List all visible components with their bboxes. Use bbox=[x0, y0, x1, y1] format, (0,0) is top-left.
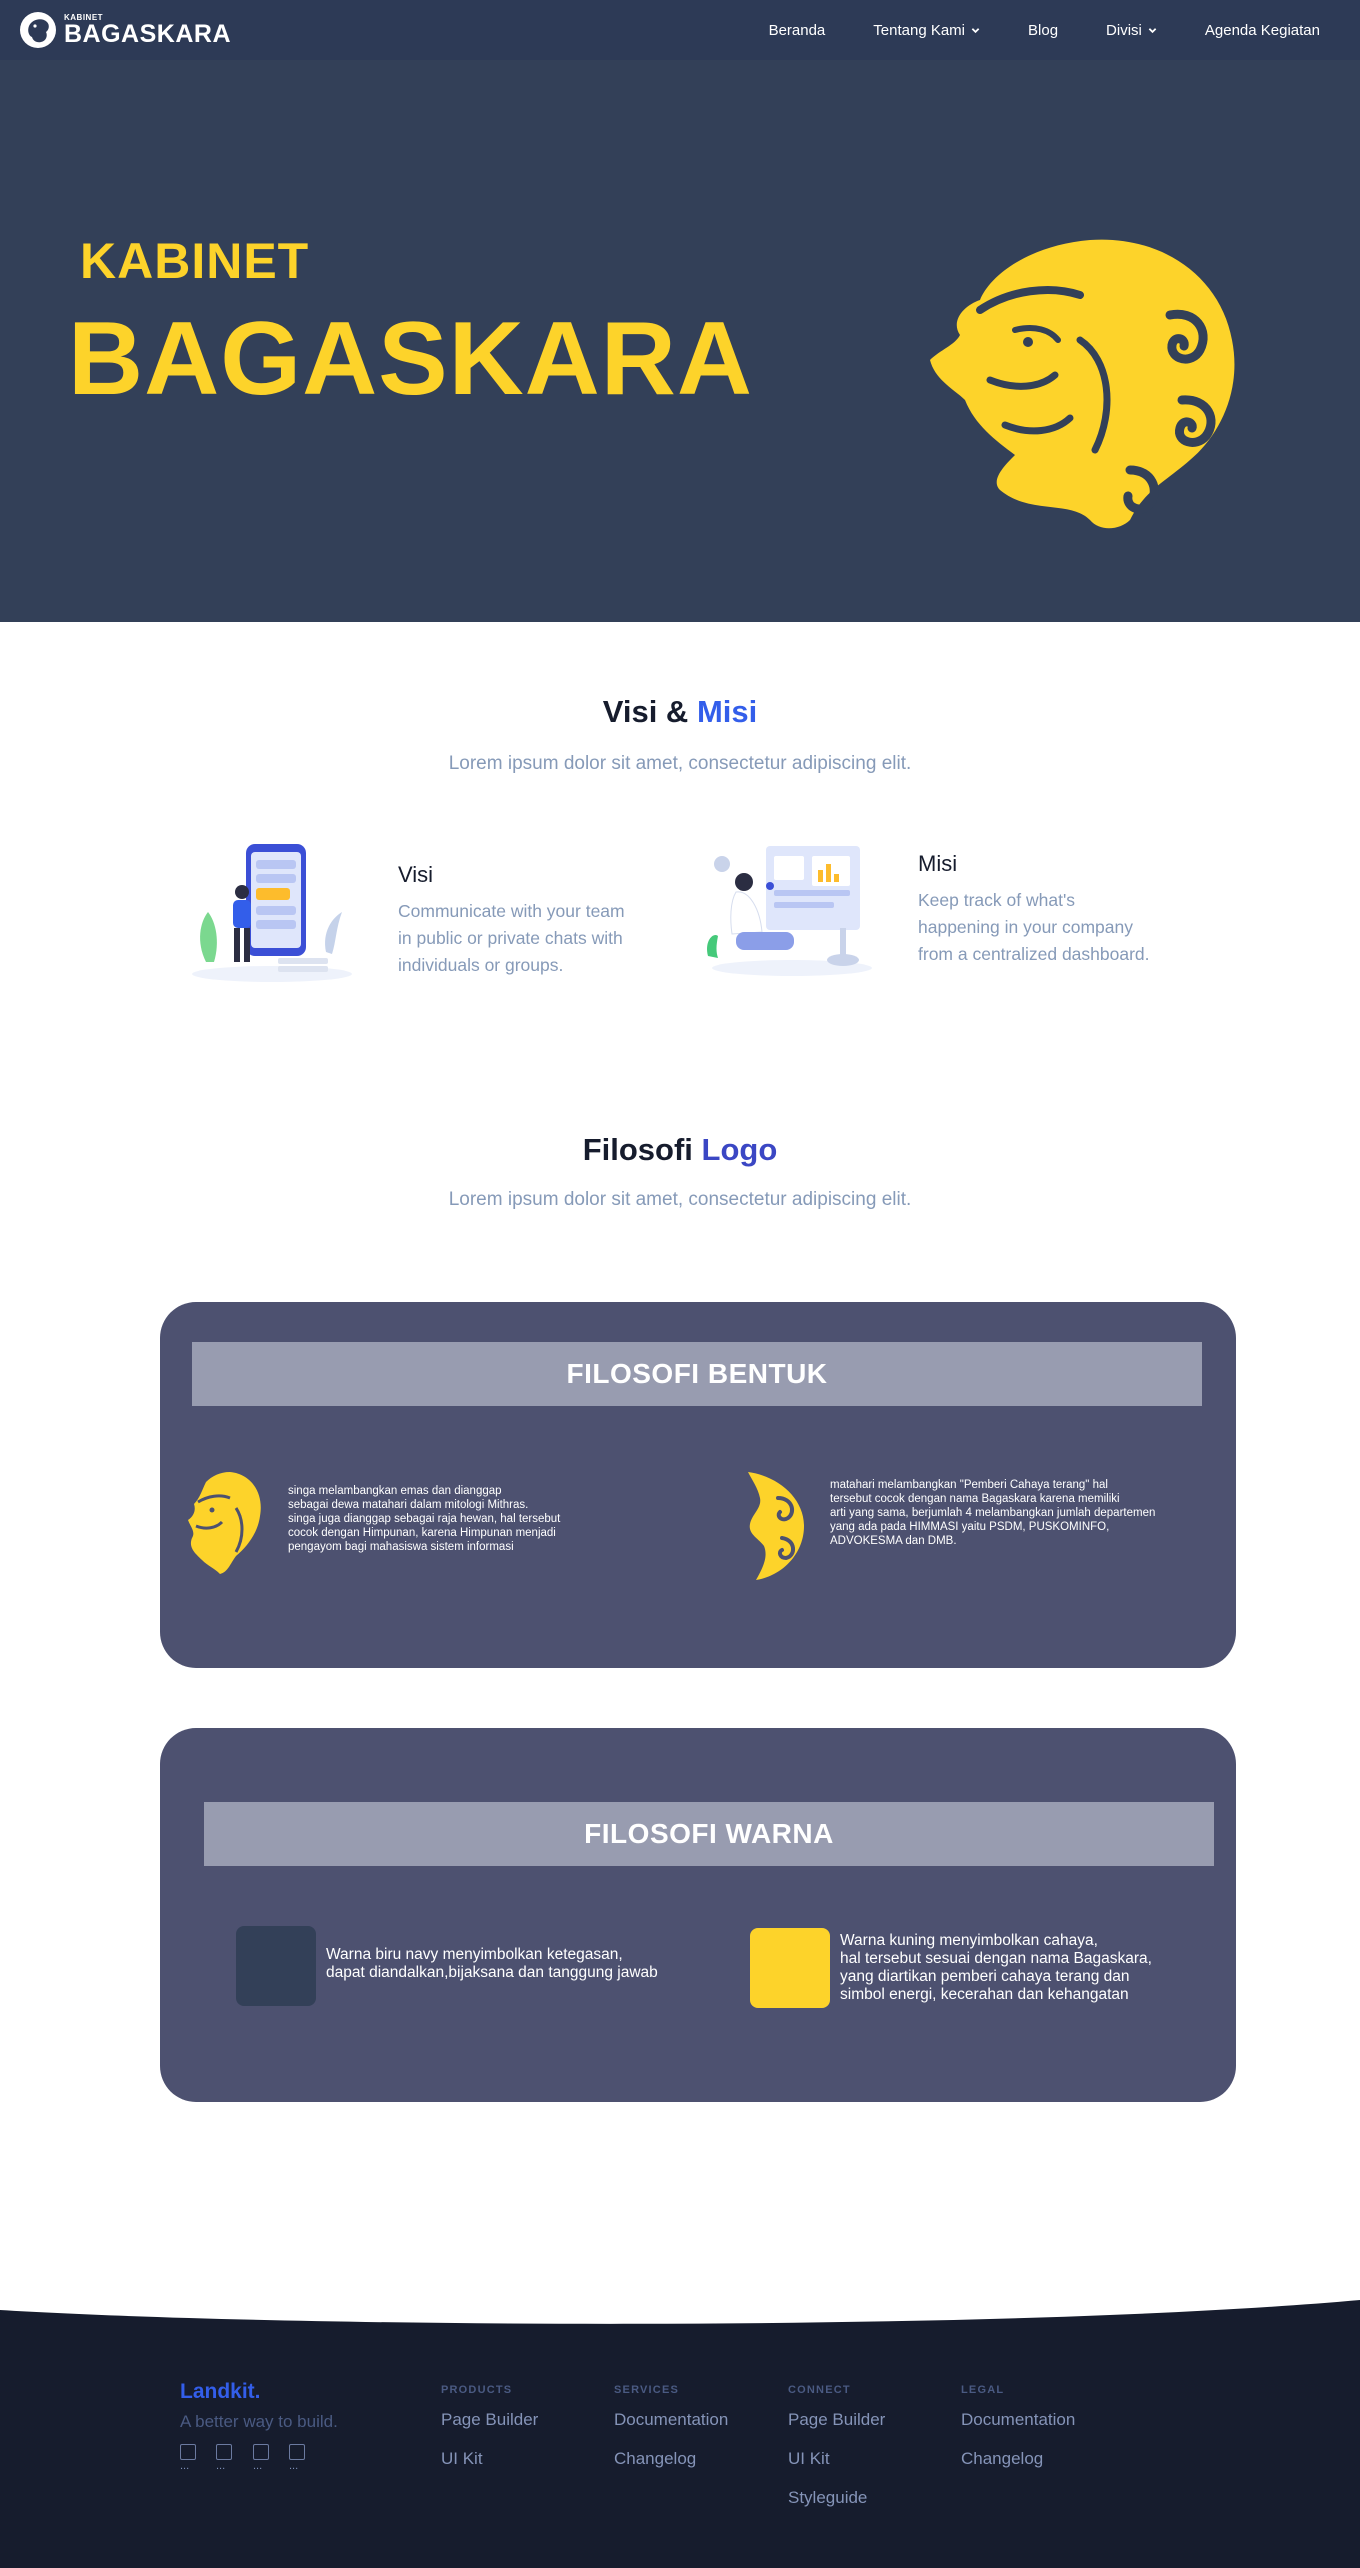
dashboard-illustration bbox=[707, 846, 872, 976]
text-line: simbol energi, kecerahan dan kehangatan bbox=[840, 1986, 1129, 2003]
nav-label: Blog bbox=[1028, 21, 1059, 39]
bentuk-sun-text: matahari melambangkan "Pemberi Cahaya te… bbox=[830, 1478, 1155, 1548]
footer-link[interactable]: Styleguide bbox=[788, 2488, 867, 2508]
broken-image-icon bbox=[180, 2444, 196, 2460]
nav-item-beranda[interactable]: Beranda bbox=[769, 22, 826, 39]
title-accent: Misi bbox=[696, 694, 758, 729]
filosofi-warna-card: FILOSOFI WARNA Warna biru navy menyimbol… bbox=[160, 1728, 1236, 2102]
footer-link[interactable]: Page Builder bbox=[788, 2410, 885, 2430]
footer-column-heading: PRODUCTS bbox=[441, 2384, 513, 2396]
footer-link[interactable]: Documentation bbox=[961, 2410, 1075, 2430]
text-line: pengayom bagi mahasiswa sistem informasi bbox=[288, 1541, 514, 1553]
hero-title-small: KABINET bbox=[80, 233, 310, 289]
misi-text-line: Keep track of what's bbox=[918, 890, 1076, 910]
social-alt: ... bbox=[180, 2460, 190, 2472]
text-line: matahari melambangkan "Pemberi Cahaya te… bbox=[830, 1479, 1108, 1491]
text-line: singa juga dianggap sebagai raja hewan, … bbox=[288, 1513, 561, 1525]
social-alt: ... bbox=[253, 2460, 263, 2472]
social-link[interactable]: ... bbox=[216, 2444, 236, 2480]
phone-chat-illustration bbox=[192, 844, 352, 982]
broken-image-icon bbox=[216, 2444, 232, 2460]
footer-link[interactable]: UI Kit bbox=[788, 2449, 830, 2469]
text-line: cocok dengan Himpunan, karena Himpunan m… bbox=[288, 1527, 556, 1539]
hero-title-big: BAGASKARA bbox=[68, 301, 753, 417]
footer-column-heading: SERVICES bbox=[614, 2384, 680, 2396]
nav-label: Agenda Kegiatan bbox=[1204, 21, 1320, 39]
footer-brand[interactable]: Landkit. bbox=[180, 2380, 261, 2404]
misi-text-line: from a centralized dashboard. bbox=[918, 944, 1150, 964]
text-line: sebagai dewa matahari dalam mitologi Mit… bbox=[288, 1499, 529, 1511]
nav-menu: Beranda Tentang Kami Blog Divisi Agenda … bbox=[721, 0, 1320, 60]
filosofi-logo-title: Filosofi Logo bbox=[0, 1132, 1360, 1168]
footer-background bbox=[0, 2300, 1360, 2568]
social-link[interactable]: ... bbox=[253, 2444, 273, 2480]
yellow-color-swatch bbox=[750, 1928, 830, 2008]
chevron-down-icon bbox=[1148, 27, 1157, 33]
misi-text: Keep track of what's happening in your c… bbox=[918, 887, 1150, 968]
social-alt: ... bbox=[289, 2460, 299, 2472]
text-line: hal tersebut sesuai dengan nama Bagaskar… bbox=[840, 1950, 1152, 1967]
navbar: KABINET BAGASKARA Beranda Tentang Kami B… bbox=[0, 0, 1360, 60]
broken-image-icon bbox=[253, 2444, 269, 2460]
text-line: arti yang sama, berjumlah 4 melambangkan… bbox=[830, 1507, 1156, 1519]
footer-link[interactable]: Changelog bbox=[614, 2449, 696, 2469]
nav-item-agenda-kegiatan[interactable]: Agenda Kegiatan bbox=[1205, 22, 1320, 39]
lion-logo-icon bbox=[20, 12, 56, 48]
navy-color-text: Warna biru navy menyimbolkan ketegasan, … bbox=[326, 1946, 658, 1982]
nav-item-blog[interactable]: Blog bbox=[1028, 22, 1058, 39]
title-accent: Logo bbox=[701, 1132, 778, 1167]
text-line: yang diartikan pemberi cahaya terang dan bbox=[840, 1968, 1130, 1985]
yellow-color-text: Warna kuning menyimbolkan cahaya, hal te… bbox=[840, 1932, 1152, 2004]
hero-banner: KABINET BAGASKARA bbox=[0, 60, 1360, 622]
filosofi-bentuk-card: FILOSOFI BENTUK singa melambangkan emas … bbox=[160, 1302, 1236, 1668]
lion-sun-logo-icon bbox=[930, 239, 1235, 529]
footer-link[interactable]: Documentation bbox=[614, 2410, 728, 2430]
title-main: Visi & bbox=[602, 694, 689, 729]
footer-tagline: A better way to build. bbox=[180, 2412, 338, 2431]
text-line: dapat diandalkan,bijaksana dan tanggung … bbox=[326, 1964, 658, 1981]
social-link[interactable]: ... bbox=[289, 2444, 309, 2480]
social-link[interactable]: ... bbox=[180, 2444, 200, 2480]
text-line: singa melambangkan emas dan dianggap bbox=[288, 1485, 502, 1497]
nav-label: Divisi bbox=[1106, 21, 1142, 39]
nav-label: Tentang Kami bbox=[873, 21, 966, 39]
broken-image-icon bbox=[289, 2444, 305, 2460]
bentuk-lion-text: singa melambangkan emas dan dianggap seb… bbox=[288, 1484, 560, 1554]
visi-text-line: Communicate with your team bbox=[398, 901, 625, 921]
footer-link[interactable]: UI Kit bbox=[441, 2449, 483, 2469]
filosofi-bentuk-heading: FILOSOFI BENTUK bbox=[192, 1342, 1202, 1406]
visi-text-line: in public or private chats with bbox=[398, 928, 623, 948]
title-main: Filosofi bbox=[582, 1132, 693, 1167]
visi-text: Communicate with your team in public or … bbox=[398, 898, 625, 979]
footer-link[interactable]: Changelog bbox=[961, 2449, 1043, 2469]
misi-text-line: happening in your company bbox=[918, 917, 1134, 937]
filosofi-logo-subtitle: Lorem ipsum dolor sit amet, consectetur … bbox=[448, 1189, 912, 1210]
footer-column-heading: CONNECT bbox=[788, 2384, 851, 2396]
footer-column-heading: LEGAL bbox=[961, 2384, 1005, 2396]
nav-label: Beranda bbox=[768, 21, 826, 39]
sun-swirl-icon bbox=[748, 1472, 804, 1580]
brand-logo-link[interactable]: KABINET BAGASKARA bbox=[18, 8, 231, 52]
brand-name: BAGASKARA bbox=[64, 19, 231, 48]
text-line: ADVOKESMA dan DMB. bbox=[830, 1535, 957, 1547]
nav-item-tentang-kami[interactable]: Tentang Kami bbox=[873, 22, 980, 39]
chevron-down-icon bbox=[971, 27, 980, 33]
visi-heading: Visi bbox=[398, 862, 434, 887]
text-line: Warna kuning menyimbolkan cahaya, bbox=[840, 1932, 1098, 1949]
visi-misi-subtitle: Lorem ipsum dolor sit amet, consectetur … bbox=[448, 753, 912, 774]
navy-color-swatch bbox=[236, 1926, 316, 2006]
text-line: tersebut cocok dengan nama Bagaskara kar… bbox=[830, 1493, 1120, 1505]
filosofi-warna-heading: FILOSOFI WARNA bbox=[204, 1802, 1214, 1866]
misi-heading: Misi bbox=[918, 851, 958, 876]
lion-head-icon bbox=[188, 1472, 261, 1574]
visi-misi-title: Visi & Misi bbox=[0, 694, 1360, 730]
text-line: Warna biru navy menyimbolkan ketegasan, bbox=[326, 1946, 623, 1963]
visi-text-line: individuals or groups. bbox=[398, 955, 564, 975]
text-line: yang ada pada HIMMASI yaitu PSDM, PUSKOM… bbox=[830, 1521, 1110, 1533]
footer-link[interactable]: Page Builder bbox=[441, 2410, 538, 2430]
social-alt: ... bbox=[216, 2460, 226, 2472]
nav-item-divisi[interactable]: Divisi bbox=[1106, 22, 1157, 39]
